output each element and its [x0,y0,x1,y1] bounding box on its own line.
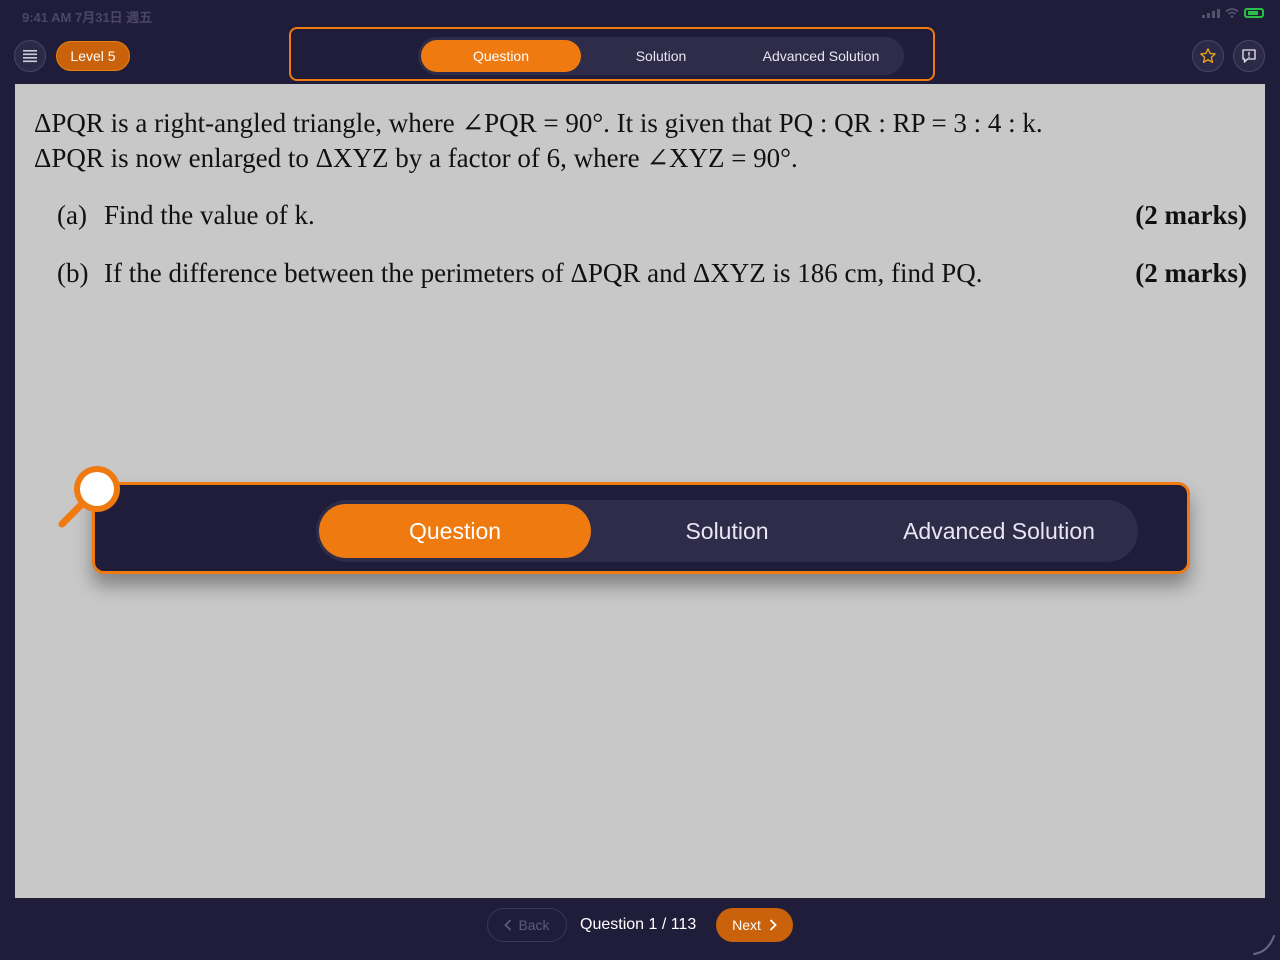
status-time: 9:41 AM 7月31日 週五 [22,10,153,25]
resize-handle-icon [1253,935,1275,955]
back-button[interactable]: Back [487,908,567,942]
status-bar: 9:41 AM 7月31日 週五 [0,0,1280,30]
question-stem-line1: ΔPQR is a right-angled triangle, where ∠… [34,108,1043,138]
part-label: (a) [57,200,87,230]
chevron-left-icon [504,919,512,931]
question-stem-line2: ΔPQR is now enlarged to ΔXYZ by a factor… [34,143,798,173]
magnifier-icon [58,466,120,528]
feedback-button[interactable] [1233,40,1265,72]
magnified-tab-question: Question [319,504,591,558]
level-badge: Level 5 [56,41,130,71]
star-icon [1200,48,1216,63]
part-label: (b) [57,258,89,288]
magnified-tab-advanced-solution: Advanced Solution [903,517,1095,544]
bookmark-button[interactable] [1192,40,1224,72]
part-text: Find the value of k. [104,200,315,230]
part-marks: (2 marks) [1135,258,1247,288]
status-icons [1202,8,1264,18]
wifi-icon [1225,8,1239,18]
question-counter: Question 1 / 113 [580,916,697,933]
menu-icon [23,50,37,63]
menu-button[interactable] [14,40,46,72]
magnified-tab-bar: Question Solution Advanced Solution [92,482,1190,574]
signal-icon [1202,8,1220,18]
part-text: If the difference between the perimeters… [104,258,983,288]
battery-icon [1244,8,1264,18]
magnified-tab-solution: Solution [685,517,769,544]
back-label: Back [518,917,550,933]
next-button[interactable]: Next [716,908,793,942]
tab-advanced-solution[interactable]: Advanced Solution [741,40,901,72]
tab-bar: Question Solution Advanced Solution [418,37,904,75]
tab-question[interactable]: Question [421,40,581,72]
feedback-icon [1242,49,1256,63]
question-stem: ΔPQR is a right-angled triangle, where ∠… [34,106,1246,176]
part-marks: (2 marks) [1135,200,1247,230]
tab-solution[interactable]: Solution [581,40,741,72]
magnified-tabs: Question Solution Advanced Solution [316,500,1138,562]
next-label: Next [732,917,761,933]
chevron-right-icon [769,919,777,931]
